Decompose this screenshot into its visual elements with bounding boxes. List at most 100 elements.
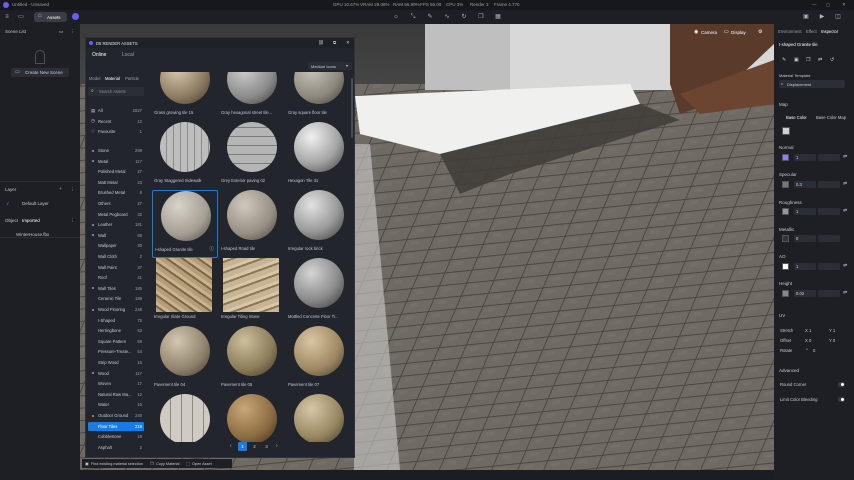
ao-adjust-icon[interactable]: ⇌ bbox=[843, 263, 847, 269]
specular-slider[interactable] bbox=[818, 181, 840, 188]
material-tile[interactable]: I-shaped Road tile bbox=[219, 190, 285, 258]
screenshot-icon[interactable]: ▣ bbox=[802, 13, 810, 21]
create-scene-button[interactable]: ▭ Create New Scene bbox=[11, 68, 69, 77]
metallic-slider[interactable] bbox=[818, 235, 840, 242]
material-tile[interactable]: Irregular Slate Ground bbox=[152, 258, 218, 326]
offset-x[interactable]: X 0 bbox=[805, 338, 811, 343]
copy-icon[interactable]: ❐ bbox=[477, 13, 485, 21]
save-material-icon[interactable]: ▣ bbox=[794, 57, 799, 63]
base-color-map-tab[interactable]: Base Color Map bbox=[816, 115, 846, 120]
specular-adjust-icon[interactable]: ⇌ bbox=[843, 181, 847, 187]
material-tile[interactable]: Pavement tile 05 bbox=[219, 326, 285, 394]
subtab-model[interactable]: Model bbox=[89, 76, 100, 81]
category-item[interactable]: Square Pattern 59 bbox=[88, 337, 144, 346]
popout-icon[interactable]: ⧉ bbox=[333, 40, 336, 45]
swap-icon[interactable]: ⇄ bbox=[818, 57, 822, 63]
category-item[interactable]: Wall Paint 37 bbox=[88, 263, 144, 272]
close-icon[interactable]: ✕ bbox=[842, 2, 846, 8]
brush-icon[interactable]: ✎ bbox=[426, 13, 434, 21]
material-tile[interactable]: Gray hexagonal street tile... bbox=[219, 72, 285, 122]
rotate-dial-icon[interactable]: ◔ bbox=[805, 347, 808, 353]
view-mode-select[interactable]: Medium Icons ▾ bbox=[308, 62, 352, 70]
panorama-icon[interactable]: ◫ bbox=[834, 13, 842, 21]
material-tile[interactable]: Pavement tile 07 bbox=[286, 326, 352, 394]
page-button[interactable]: 1 bbox=[238, 442, 247, 451]
category-item[interactable]: Water 16 bbox=[88, 400, 144, 409]
viewport-settings-icon[interactable]: ⚙ bbox=[758, 29, 762, 35]
scene-list-more-icon[interactable]: ⋮ bbox=[70, 29, 75, 35]
top-list-item[interactable]: ◷ Recent 12 bbox=[88, 117, 144, 126]
category-item[interactable]: Pressure-Treate... 54 bbox=[88, 347, 144, 356]
material-tile[interactable]: Grey Exterior paving 02 bbox=[219, 122, 285, 190]
limit-color-toggle[interactable] bbox=[838, 397, 845, 402]
specular-value[interactable]: 0.3 bbox=[794, 181, 816, 188]
category-item[interactable]: I-Shaped 75 bbox=[88, 316, 144, 325]
height-value[interactable]: 0.02 bbox=[794, 290, 816, 297]
category-item[interactable]: Natural Raw Ma... 12 bbox=[88, 390, 144, 399]
material-tile[interactable] bbox=[152, 394, 218, 442]
normal-map-swatch[interactable] bbox=[782, 154, 789, 161]
tab-inspector[interactable]: Inspector bbox=[821, 29, 838, 34]
prev-page-icon[interactable]: ‹ bbox=[230, 443, 232, 449]
video-icon[interactable]: ▶ bbox=[818, 13, 826, 21]
rotate-value[interactable]: 0 bbox=[813, 348, 815, 353]
reset-icon[interactable]: ↺ bbox=[830, 57, 834, 63]
material-tile[interactable]: I-shaped Granite tile ⓘ bbox=[152, 190, 218, 258]
material-tile[interactable]: Mottled Concrete Floor Ti... bbox=[286, 258, 352, 326]
search-input[interactable]: ⌕ Search Assets bbox=[88, 87, 144, 96]
default-layer[interactable]: Default Layer bbox=[22, 201, 49, 206]
top-list-item[interactable]: ▤ All 2027 bbox=[88, 106, 144, 115]
scene-list-icon[interactable]: ▭ bbox=[59, 29, 63, 35]
info-icon[interactable]: ⓘ bbox=[210, 246, 215, 252]
tab-local[interactable]: Local bbox=[122, 52, 134, 58]
subtab-material[interactable]: Material bbox=[105, 76, 120, 81]
ao-slider[interactable] bbox=[818, 263, 840, 270]
category-item[interactable]: Wall Cloth 2 bbox=[88, 252, 144, 261]
display-button[interactable]: ▭ Display bbox=[724, 28, 750, 37]
open-asset-link[interactable]: Open Asset bbox=[192, 462, 212, 466]
specular-swatch[interactable] bbox=[782, 181, 789, 188]
tab-online[interactable]: Online bbox=[92, 52, 106, 58]
normal-adjust-icon[interactable]: ⇌ bbox=[843, 154, 847, 160]
camera-button[interactable]: ◉ Camera bbox=[694, 28, 720, 37]
roughness-adjust-icon[interactable]: ⇌ bbox=[843, 208, 847, 214]
offset-y[interactable]: Y 0 bbox=[829, 338, 835, 343]
category-item[interactable]: Wood Flooring 248 bbox=[88, 305, 144, 314]
base-color-swatch[interactable] bbox=[782, 127, 790, 135]
tab-environment[interactable]: Environment bbox=[778, 29, 802, 34]
material-tile[interactable] bbox=[219, 394, 285, 442]
material-template-select[interactable]: ◐ Displacement bbox=[779, 80, 845, 88]
duplicate-icon[interactable]: ❐ bbox=[806, 57, 810, 63]
material-tool-icon[interactable]: ✎ bbox=[782, 57, 786, 63]
move-icon[interactable]: ⤡ bbox=[409, 13, 417, 21]
material-tile[interactable]: Irregular Tiling Stone bbox=[219, 258, 285, 326]
category-item[interactable]: Roof 41 bbox=[88, 273, 144, 282]
base-color-tab[interactable]: Base Color bbox=[786, 115, 807, 120]
ao-swatch[interactable] bbox=[782, 263, 789, 270]
material-tile[interactable]: Gray square floor tile bbox=[286, 72, 352, 122]
category-item[interactable]: Metal 117 bbox=[88, 157, 144, 166]
ao-value[interactable]: 1 bbox=[794, 263, 816, 270]
layer-more-icon[interactable]: ⋮ bbox=[70, 187, 75, 193]
category-item[interactable]: Wall 69 bbox=[88, 231, 144, 240]
new-file-icon[interactable]: ▭ bbox=[17, 13, 25, 21]
category-item[interactable]: Others 27 bbox=[88, 199, 144, 208]
rotate-icon[interactable]: ↻ bbox=[460, 13, 468, 21]
category-item[interactable]: Floor Tiles 219 bbox=[88, 421, 144, 431]
d5-logo-icon[interactable] bbox=[72, 13, 79, 20]
menu-icon[interactable]: ≡ bbox=[3, 13, 11, 21]
metallic-value[interactable]: 0 bbox=[794, 235, 816, 242]
category-item[interactable]: Wood 117 bbox=[88, 369, 144, 378]
normal-slider[interactable] bbox=[818, 154, 840, 161]
add-layer-icon[interactable]: + bbox=[59, 186, 62, 191]
object-file[interactable]: WinterHouse.fbx bbox=[16, 232, 49, 237]
category-item[interactable]: Polished Metal 27 bbox=[88, 167, 144, 176]
layer-check-icon[interactable]: ✓ bbox=[6, 201, 10, 207]
stretch-x[interactable]: X 1 bbox=[805, 328, 811, 333]
round-corner-toggle[interactable] bbox=[838, 382, 845, 387]
close-panel-icon[interactable]: ✕ bbox=[346, 40, 350, 46]
category-item[interactable]: Matt Metal 23 bbox=[88, 178, 144, 187]
material-tile[interactable]: Irregular rock brick bbox=[286, 190, 352, 258]
height-slider[interactable] bbox=[818, 290, 840, 297]
stretch-y[interactable]: Y 1 bbox=[829, 328, 835, 333]
